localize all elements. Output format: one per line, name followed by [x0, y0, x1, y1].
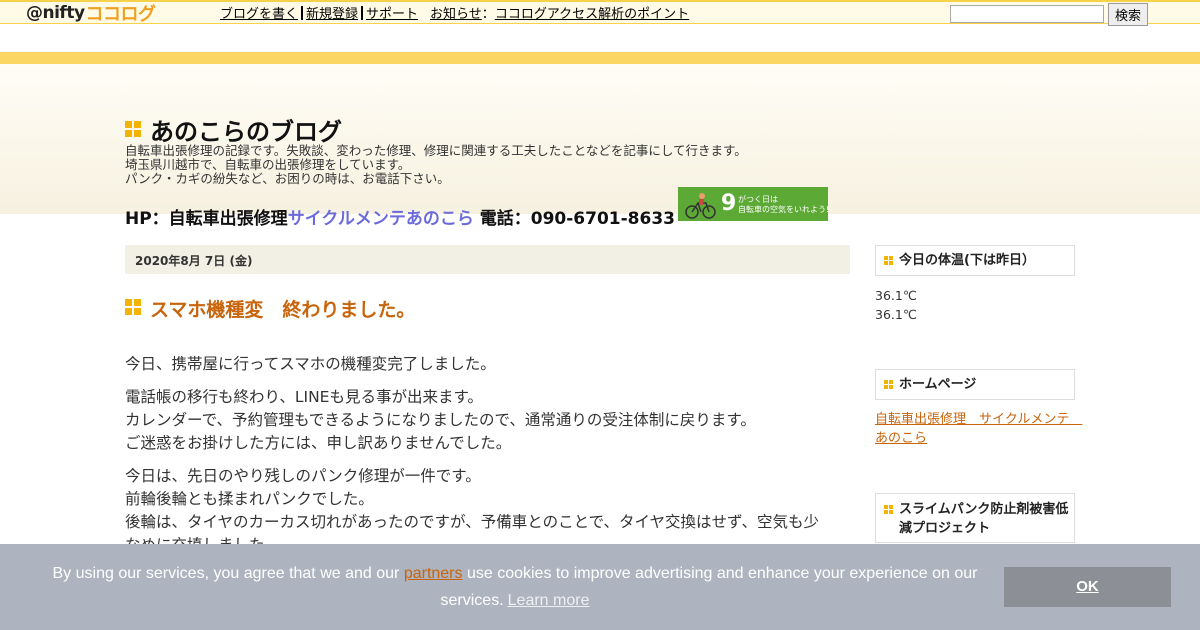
sidebar-squares-icon [884, 380, 894, 390]
entry-line: カレンダーで、予約管理もできるようになりましたので、通常通りの受注体制に戻ります… [125, 411, 756, 429]
bicycle-icon [685, 193, 716, 219]
banner-line: 自転車の空気をいれよう! [738, 205, 830, 214]
nav-news-link[interactable]: お知らせ [430, 7, 482, 22]
entry-paragraph: 今日、携帯屋に行ってスマホの機種変完了しました。 [125, 353, 850, 376]
sidebar-temp-values: 36.1℃ 36.1℃ [875, 286, 917, 324]
sidebar-squares-icon [884, 505, 894, 515]
search-button[interactable]: 検索 [1108, 3, 1148, 26]
top-nav: ブログを書く 新規登録 サポート お知らせ：ココログアクセス解析のポイント [220, 3, 689, 22]
blog-title[interactable]: あのこらのブログ [150, 112, 342, 147]
entry-line: ご迷惑をお掛けした方には、申し訳ありませんでした。 [125, 434, 512, 452]
cookie-ok-button[interactable]: OK [1004, 567, 1171, 607]
banner-number: 9 [721, 191, 737, 216]
entry-line: 前輪後輪とも揉まれパンクでした。 [125, 490, 374, 508]
cookie-partners-link[interactable]: partners [404, 565, 463, 582]
nav-news-item-link[interactable]: ココログアクセス解析のポイント [495, 7, 689, 22]
nav-write-blog-link[interactable]: ブログを書く [220, 7, 298, 22]
nifty-top-bar: @nifty ココログ ブログを書く 新規登録 サポート お知らせ：ココログアクセス解析… [0, 0, 1200, 26]
logo-nifty-text: @nifty [26, 3, 85, 23]
nav-divider [301, 6, 304, 20]
temp-value-yesterday: 36.1℃ [875, 307, 917, 322]
sidebar-home-link[interactable]: 自転車出張修理 サイクルメンテ あのこら [875, 410, 1082, 448]
phone-number: 電話：090-6701-8633 [473, 209, 675, 229]
sidebar-home-title: ホームページ [899, 377, 977, 392]
air-day-banner[interactable]: 9 がつく日は 自転車の空気をいれよう! [678, 187, 829, 221]
cookie-learn-more-link[interactable]: Learn more [508, 592, 590, 609]
sidebar-temp-header: 今日の体温(下は昨日） [875, 245, 1075, 276]
header-stripe [0, 52, 1200, 64]
entry-paragraph: 電話帳の移行も終わり、LINEも見る事が出来ます。 カレンダーで、予約管理もでき… [125, 386, 850, 455]
entry-line: 今日、携帯屋に行ってスマホの機種変完了しました。 [125, 355, 496, 373]
hp-prefix: HP：自転車出張修理 [125, 209, 288, 229]
blog-description: 自転車出張修理の記録です。失敗談、変わった修理、修理に関連する工夫したことなどを… [125, 144, 747, 186]
entry-date: 2020年8月 7日 (金) [125, 245, 850, 274]
sidebar-slime-header: スライムパンク防止剤被害低減プロジェクト [875, 493, 1075, 543]
banner-text: がつく日は 自転車の空気をいれよう! [738, 195, 829, 215]
logo-cocolog-text: ココログ [85, 4, 157, 25]
blog-description-line: 自転車出張修理の記録です。失敗談、変わった修理、修理に関連する工夫したことなどを… [125, 143, 747, 158]
sidebar-slime-title: スライムパンク防止剤被害低減プロジェクト [899, 502, 1069, 536]
blog-description-line: パンク・カギの紛失など、お困りの時は、お電話下さい。 [125, 171, 450, 186]
nav-signup-link[interactable]: 新規登録 [306, 7, 358, 22]
cookie-text-before: By using our services, you agree that we… [52, 565, 404, 582]
sidebar-squares-icon [884, 256, 894, 266]
homepage-line: HP：自転車出張修理サイクルメンテあのこら 電話：090-6701-8633 [125, 204, 675, 229]
entry-body: 今日、携帯屋に行ってスマホの機種変完了しました。 電話帳の移行も終わり、LINE… [125, 353, 850, 567]
entry-line: 今日は、先日のやり残しのパンク修理が一件です。 [125, 467, 481, 485]
sidebar-home-header: ホームページ [875, 369, 1075, 400]
news-colon: ： [481, 7, 495, 22]
search-input[interactable] [950, 5, 1104, 23]
banner-line: がつく日は [738, 195, 778, 204]
entry-title-squares-icon [125, 299, 141, 315]
entry-line: 電話帳の移行も終わり、LINEも見る事が出来ます。 [125, 388, 483, 406]
entry-line: 後輪は、タイヤのカーカス切れがあったのですが、予備車とのことで、タイヤ交換はせず… [125, 513, 819, 531]
cookie-consent-banner: By using our services, you agree that we… [0, 544, 1200, 630]
blog-description-line: 埼玉県川越市で、自転車の出張修理をしています。 [125, 157, 411, 172]
nifty-cocolog-logo[interactable]: @nifty ココログ [26, 2, 157, 25]
nav-support-link[interactable]: サポート [366, 7, 418, 22]
sidebar-temp-title: 今日の体温(下は昨日） [899, 253, 1035, 268]
entry-title[interactable]: スマホ機種変 終わりました。 [150, 295, 415, 322]
hp-link[interactable]: サイクルメンテあのこら [288, 209, 474, 229]
cookie-message: By using our services, you agree that we… [40, 560, 990, 614]
temp-value-today: 36.1℃ [875, 288, 917, 303]
nav-divider [361, 6, 364, 20]
title-squares-icon [125, 121, 141, 137]
